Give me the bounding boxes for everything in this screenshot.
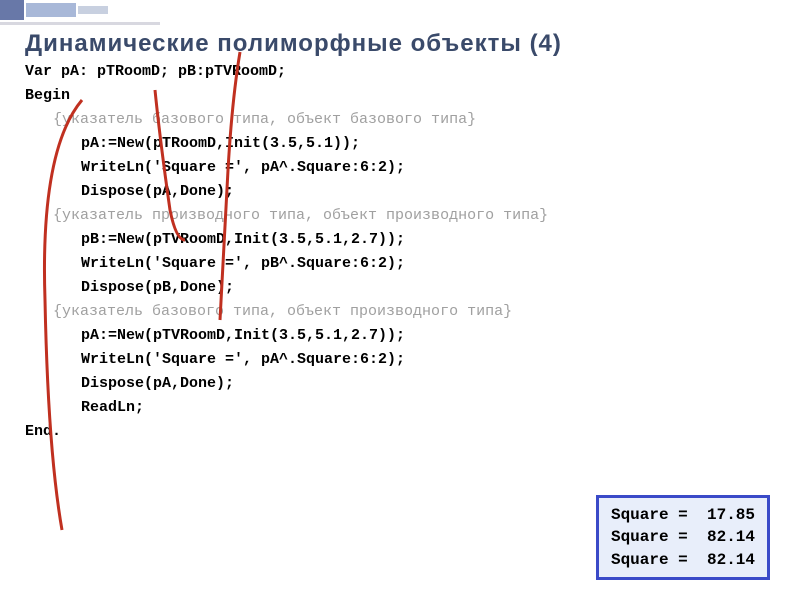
slide-content: Динамические полиморфные объекты (4) Var… xyxy=(25,30,775,444)
code-block: Var pA: pTRoomD; pB:pTVRoomD; Begin {ука… xyxy=(25,60,775,444)
code-line: Var pA: pTRoomD; pB:pTVRoomD; xyxy=(25,60,775,84)
code-comment: {указатель базового типа, объект базовог… xyxy=(53,108,775,132)
header-decoration xyxy=(0,0,200,30)
code-line: Dispose(pA,Done); xyxy=(81,372,775,396)
output-line: Square = 17.85 xyxy=(611,506,755,524)
code-line: Dispose(pB,Done); xyxy=(81,276,775,300)
code-comment: {указатель производного типа, объект про… xyxy=(53,204,775,228)
code-comment: {указатель базового типа, объект произво… xyxy=(53,300,775,324)
code-line: ReadLn; xyxy=(81,396,775,420)
slide-title: Динамические полиморфные объекты (4) xyxy=(25,30,775,58)
code-line: WriteLn('Square =', pA^.Square:6:2); xyxy=(81,348,775,372)
code-line: WriteLn('Square =', pB^.Square:6:2); xyxy=(81,252,775,276)
code-line: WriteLn('Square =', pA^.Square:6:2); xyxy=(81,156,775,180)
code-line: Dispose(pA,Done); xyxy=(81,180,775,204)
code-line: Begin xyxy=(25,84,775,108)
code-line: pA:=New(pTRoomD,Init(3.5,5.1)); xyxy=(81,132,775,156)
output-line: Square = 82.14 xyxy=(611,528,755,546)
code-line: End. xyxy=(25,420,775,444)
code-line: pA:=New(pTVRoomD,Init(3.5,5.1,2.7)); xyxy=(81,324,775,348)
output-box: Square = 17.85 Square = 82.14 Square = 8… xyxy=(596,495,770,580)
code-line: pB:=New(pTVRoomD,Init(3.5,5.1,2.7)); xyxy=(81,228,775,252)
output-line: Square = 82.14 xyxy=(611,551,755,569)
